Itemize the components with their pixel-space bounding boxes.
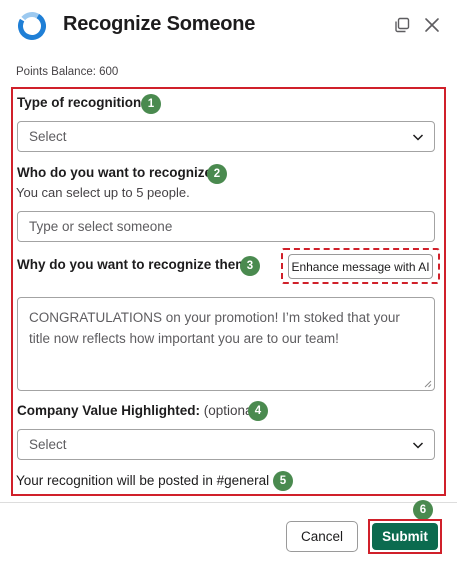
company-value-select-value: Select [29,437,67,452]
recognition-type-select-value: Select [29,129,67,144]
type-of-recognition-label: Type of recognition: [17,95,146,110]
resize-grip-icon[interactable] [423,379,432,388]
submit-button[interactable]: Submit [372,523,438,550]
close-icon[interactable] [423,16,441,34]
recognition-message-text: CONGRATULATIONS on your promotion! I’m s… [29,310,400,346]
recognize-modal: Recognize Someone Points Balance: 600 Ty… [0,0,457,565]
step-badge-1: 1 [141,94,161,114]
recipient-input-placeholder: Type or select someone [29,219,173,234]
recipient-input[interactable]: Type or select someone [17,211,435,242]
popout-window-icon[interactable] [393,16,411,34]
footer-divider [0,502,457,503]
modal-title: Recognize Someone [63,13,256,35]
company-value-label-text: Company Value Highlighted: [17,403,201,418]
recognition-message-textarea[interactable]: CONGRATULATIONS on your promotion! I’m s… [17,297,435,391]
company-value-label: Company Value Highlighted: (optional) [17,403,260,418]
step-badge-5: 5 [273,471,293,491]
posted-channel-note: Your recognition will be posted in #gene… [16,473,270,488]
modal-header: Recognize Someone [0,0,457,52]
step-badge-4: 4 [248,401,268,421]
who-recognize-label: Who do you want to recognize: [17,165,217,180]
chevron-down-icon [412,134,424,141]
step-badge-6: 6 [413,500,433,520]
enhance-message-ai-button[interactable]: Enhance message with AI [288,254,433,279]
circular-logo-icon [18,12,46,40]
chevron-down-icon [412,442,424,449]
step-badge-2: 2 [207,164,227,184]
cancel-button[interactable]: Cancel [286,521,358,552]
company-value-select[interactable]: Select [17,429,435,460]
step-badge-3: 3 [240,256,260,276]
points-balance: Points Balance: 600 [16,66,119,78]
why-recognize-label: Why do you want to recognize them: [17,257,252,272]
who-recognize-hint: You can select up to 5 people. [16,185,190,200]
recognition-type-select[interactable]: Select [17,121,435,152]
